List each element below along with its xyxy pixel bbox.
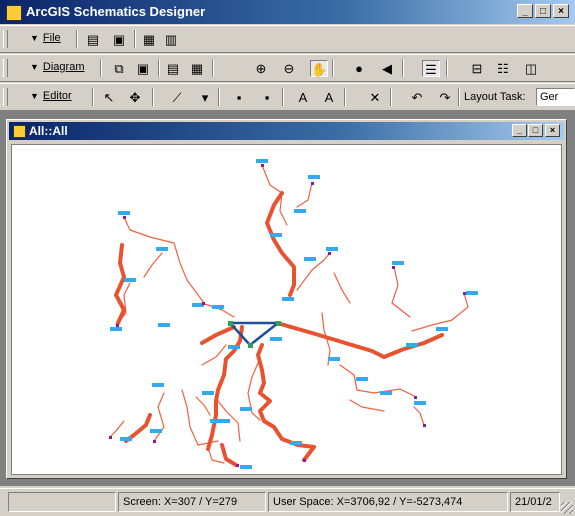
diagram-window: All::All _ □ × — [6, 119, 567, 479]
app-title-bar[interactable]: ArcGIS Schematics Designer _ □ × — [0, 0, 575, 24]
select-icon[interactable]: ↖ — [100, 89, 118, 106]
tree-view-icon[interactable]: ⊟ — [468, 60, 486, 77]
toolbar-separator — [332, 59, 334, 77]
toolbar-separator — [92, 88, 94, 106]
new-diagram-icon[interactable]: ⧉ — [110, 60, 128, 77]
app-title: ArcGIS Schematics Designer — [26, 4, 206, 19]
toolbar-separator — [390, 88, 392, 106]
align-top-icon[interactable]: ▪ — [258, 89, 276, 106]
thin-links — [109, 164, 469, 464]
toolbar-separator — [134, 30, 136, 48]
toolbar-separator — [100, 59, 102, 77]
schematic-network[interactable] — [12, 145, 561, 474]
diagram-props-icon[interactable]: ▤ — [164, 60, 182, 77]
small-font-icon[interactable]: A — [294, 89, 312, 106]
view-list-icon[interactable]: ☰ — [422, 60, 440, 77]
status-screen-coords: Screen: X=307 / Y=279 — [118, 492, 266, 512]
delete-icon[interactable]: ✕ — [366, 89, 384, 106]
toolbar-separator — [212, 59, 214, 77]
reshape-icon[interactable]: ⟋ — [168, 89, 186, 106]
toolbar-separator — [344, 88, 346, 106]
toolbar-separator — [282, 88, 284, 106]
toolbar-separator — [446, 59, 448, 77]
close-button[interactable]: × — [553, 4, 569, 18]
toolbar-grip[interactable] — [3, 59, 8, 77]
app-icon — [6, 5, 22, 21]
child-minimize-button[interactable]: _ — [512, 124, 527, 137]
triangle-link — [228, 321, 280, 347]
save-diagram-icon[interactable]: ▣ — [110, 31, 128, 48]
diagram-window-icon — [13, 125, 26, 138]
dropdown-arrow-icon[interactable]: ▾ — [196, 89, 214, 106]
update-diagram-icon[interactable]: ▦ — [188, 60, 206, 77]
child-close-button[interactable]: × — [545, 124, 560, 137]
undo-icon[interactable]: ↶ — [408, 89, 426, 106]
vertical-view-icon[interactable]: ◫ — [522, 60, 540, 77]
zoom-in-icon[interactable]: ⊕ — [252, 60, 270, 77]
minimize-button[interactable]: _ — [517, 4, 533, 18]
layout-task-combo[interactable]: Ger — [536, 88, 575, 106]
editor-menu[interactable]: ▼ Editor — [30, 90, 72, 102]
editor-toolbar: ▼ Editor ↖ ✥ ⟋ ▾ ▪ ▪ A A ✕ ↶ ↷ Layout Tas… — [0, 83, 575, 111]
horizontal-view-icon[interactable]: ☷ — [494, 60, 512, 77]
resize-grip[interactable] — [561, 502, 573, 514]
full-extent-globe-icon[interactable]: ● — [350, 60, 368, 77]
toolbar-separator — [76, 30, 78, 48]
toolbar-separator — [458, 88, 460, 106]
status-pane-message — [8, 492, 116, 512]
diagram-toolbar: ▼ Diagram ⧉ ▣ ▤ ▦ ⊕ ⊖ ✋ ● ◀ ☰ ⊟ ☷ ◫ — [0, 54, 575, 82]
status-date: 21/01/2 — [510, 492, 560, 512]
maximize-button[interactable]: □ — [535, 4, 551, 18]
copy-icon[interactable]: ▥ — [162, 31, 180, 48]
toolbar-separator — [402, 59, 404, 77]
toolbar-separator — [158, 59, 160, 77]
properties-icon[interactable]: ▦ — [140, 31, 158, 48]
open-diagram-icon[interactable]: ▤ — [84, 31, 102, 48]
status-user-space-coords: User Space: X=3706,92 / Y=-5273,474 — [268, 492, 508, 512]
toolbar-separator — [218, 88, 220, 106]
layout-task-label: Layout Task: — [464, 91, 526, 103]
large-font-icon[interactable]: A — [320, 89, 338, 106]
diagram-window-title: All::All — [29, 124, 68, 138]
file-menu[interactable]: ▼ File — [30, 32, 61, 44]
diagram-window-title-bar[interactable]: All::All _ □ × — [9, 122, 564, 140]
status-bar: Screen: X=307 / Y=279 User Space: X=3706… — [0, 488, 575, 516]
toolbar-grip[interactable] — [3, 88, 8, 106]
schematic-canvas[interactable] — [11, 144, 562, 475]
pan-hand-icon[interactable]: ✋ — [310, 60, 328, 77]
child-maximize-button[interactable]: □ — [528, 124, 543, 137]
redo-icon[interactable]: ↷ — [436, 89, 454, 106]
toolbar-separator — [152, 88, 154, 106]
diagram-menu[interactable]: ▼ Diagram — [30, 61, 85, 73]
move-icon[interactable]: ✥ — [126, 89, 144, 106]
diagram-save-icon[interactable]: ▣ — [134, 60, 152, 77]
zoom-out-icon[interactable]: ⊖ — [280, 60, 298, 77]
toolbar-grip[interactable] — [3, 30, 8, 48]
previous-extent-icon[interactable]: ◀ — [378, 60, 396, 77]
align-bottom-icon[interactable]: ▪ — [230, 89, 248, 106]
file-toolbar: ▼ File ▤ ▣ ▦ ▥ — [0, 25, 575, 53]
mdi-client-area: All::All _ □ × — [0, 110, 575, 486]
